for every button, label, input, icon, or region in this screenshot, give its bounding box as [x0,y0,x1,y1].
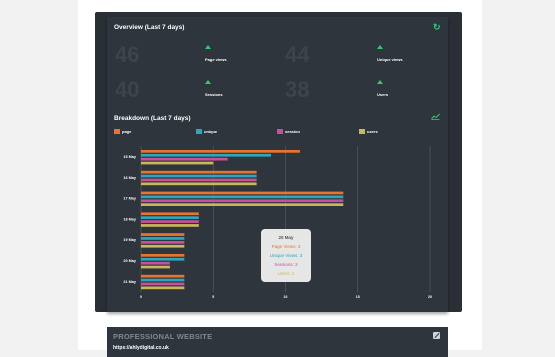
bar-users [141,224,199,227]
x-tick-label: 10 [284,295,288,299]
bar-session [141,241,185,244]
tooltip-users: Users: 2 [277,271,295,276]
bar-users [141,244,185,248]
bar-users [141,265,170,269]
breakdown-bar-chart: 0 5 10 15 20 15 May 16 May 17 May 18 May 19 May 20… [123,146,432,299]
x-tick-label: 15 [356,295,360,299]
bar-page [141,191,344,195]
bar-page [141,150,300,153]
website-title: PROFESSIONAL WEBSITE [113,332,213,341]
bar-unique [141,153,272,157]
y-category-label: 21 May [123,280,137,284]
bar-unique [141,278,185,282]
y-category-label: 19 May [123,238,137,242]
bar-page [141,274,185,278]
bar-session [141,261,170,265]
bar-page [141,170,257,174]
bar-unique [141,237,185,240]
y-category-label: 15 May [123,155,137,159]
chart-tooltip: 20 May Page Views: 3 Unique Views: 3 Ses… [261,229,311,282]
bar-page [141,233,185,236]
x-tick-label: 0 [140,295,142,299]
tooltip-sessions: Sessions: 2 [274,262,298,267]
y-category-label: 20 May [123,259,137,263]
bar-session [141,220,199,223]
bar-unique [141,174,257,178]
bar-unique [141,257,185,261]
y-category-label: 17 May [123,197,137,201]
tooltip-page-views: Page Views: 3 [271,244,301,249]
bar-page [141,212,199,216]
bar-users [141,286,185,290]
bar-unique [141,195,344,199]
bar-session [141,199,344,203]
bar-session [141,178,257,182]
y-category-label: 18 May [123,217,137,221]
bar-users [141,203,344,206]
x-tick-label: 20 [428,295,432,299]
bar-unique [141,216,199,219]
bar-users [141,161,214,165]
tooltip-unique-views: Unique Views: 3 [269,253,303,258]
bar-session [141,157,228,161]
website-url-link[interactable]: https://ahlydigital.co.uk [113,345,169,351]
tooltip-date: 20 May [278,235,294,240]
bar-page [141,254,185,257]
x-tick-label: 5 [212,295,214,299]
bar-users [141,182,257,186]
bar-session [141,282,185,286]
y-category-label: 16 May [123,176,137,180]
edit-icon[interactable] [433,332,440,339]
